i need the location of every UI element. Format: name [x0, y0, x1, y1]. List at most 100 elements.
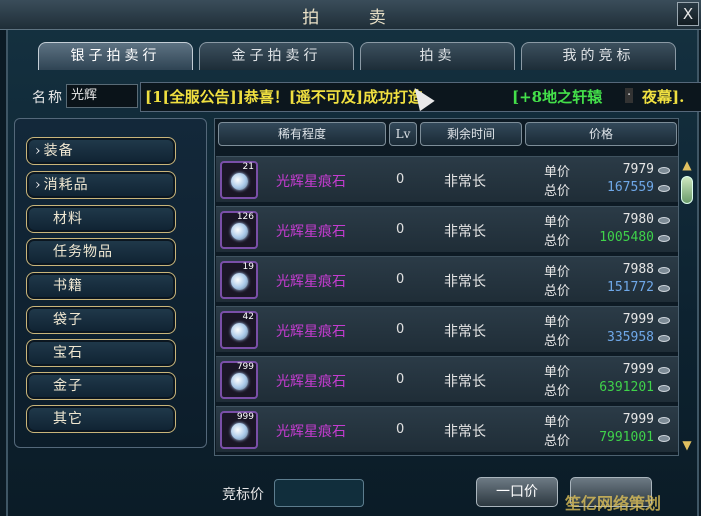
- coin-icon: [658, 285, 670, 292]
- table-row[interactable]: 999 光辉星痕石 0 非常长 单价 总价 7999 7991001: [216, 406, 678, 452]
- category-bags[interactable]: 袋子: [26, 306, 176, 334]
- coin-icon: [658, 435, 670, 442]
- orb-icon: [231, 173, 248, 190]
- item-quantity: 126: [236, 212, 254, 222]
- category-gold[interactable]: 金子: [26, 372, 176, 400]
- table-row[interactable]: 21 光辉星痕石 0 非常长 单价 总价 7979 167559: [216, 156, 678, 202]
- category-quest-items[interactable]: 任务物品: [26, 238, 176, 266]
- coin-icon: [658, 235, 670, 242]
- category-materials[interactable]: 材料: [26, 205, 176, 233]
- announcement-text: [1[全服公告]]恭喜！[遥不可及]成功打造: [145, 88, 424, 106]
- unit-price-value: 7999: [622, 312, 654, 327]
- bid-price-label: 竞标价: [222, 487, 264, 503]
- item-level: 0: [396, 422, 405, 437]
- category-consumables[interactable]: › 消耗品: [26, 171, 176, 199]
- total-price-label: 总价: [544, 434, 571, 449]
- category-gems[interactable]: 宝石: [26, 339, 176, 367]
- unit-price-value: 7979: [622, 162, 654, 177]
- listing-scrollbar[interactable]: ▲ ▼: [680, 158, 694, 452]
- orb-icon: [231, 273, 248, 290]
- scroll-thumb[interactable]: [681, 176, 693, 204]
- column-header-level[interactable]: Lv: [389, 122, 417, 146]
- item-name: 光辉星痕石: [276, 324, 346, 340]
- coin-icon: [658, 167, 670, 174]
- unit-price-label: 单价: [544, 315, 571, 330]
- tab-bar: 银子拍卖行 金子拍卖行 拍卖 我的竞标: [38, 42, 676, 70]
- item-name: 光辉星痕石: [276, 224, 346, 240]
- item-quantity: 21: [242, 162, 254, 172]
- gem-icon: 21: [220, 161, 258, 199]
- total-price-value: 7991001: [599, 430, 654, 445]
- item-time-left: 非常长: [444, 374, 486, 390]
- category-equipment[interactable]: › 装备: [26, 137, 176, 165]
- table-row[interactable]: 799 光辉星痕石 0 非常长 单价 总价 7999 6391201: [216, 356, 678, 402]
- unit-price-label: 单价: [544, 265, 571, 280]
- watermark: 笙亿网络策划: [565, 494, 662, 513]
- item-time-left: 非常长: [444, 224, 486, 240]
- total-price-value: 6391201: [599, 380, 654, 395]
- orb-icon: [231, 223, 248, 240]
- buyout-button[interactable]: 一口价: [476, 477, 558, 507]
- total-price-value: 151772: [607, 280, 654, 295]
- total-price-label: 总价: [544, 334, 571, 349]
- tab-gold-auction[interactable]: 金子拍卖行: [199, 42, 354, 70]
- close-button[interactable]: X: [677, 2, 699, 26]
- category-other[interactable]: 其它: [26, 405, 176, 433]
- announcement-end: 夜幕].: [642, 88, 685, 106]
- tab-my-bids[interactable]: 我的竞标: [521, 42, 676, 70]
- gem-icon: 799: [220, 361, 258, 399]
- name-label: 名称: [32, 90, 64, 106]
- column-header-time-left[interactable]: 剩余时间: [420, 122, 522, 146]
- item-name: 光辉星痕石: [276, 174, 346, 190]
- announcement-separator: ·: [625, 88, 634, 103]
- name-search-input[interactable]: 光辉: [66, 84, 138, 108]
- chevron-right-icon: ›: [35, 143, 42, 159]
- total-price-value: 335958: [607, 330, 654, 345]
- unit-price-value: 7988: [622, 262, 654, 277]
- table-row[interactable]: 126 光辉星痕石 0 非常长 单价 总价 7980 1005480: [216, 206, 678, 252]
- coin-icon: [658, 417, 670, 424]
- table-row[interactable]: 42 光辉星痕石 0 非常长 单价 总价 7999 335958: [216, 306, 678, 352]
- total-price-value: 1005480: [599, 230, 654, 245]
- item-level: 0: [396, 272, 405, 287]
- unit-price-label: 单价: [544, 215, 571, 230]
- item-name: 光辉星痕石: [276, 274, 346, 290]
- orb-icon: [231, 423, 248, 440]
- item-name: 光辉星痕石: [276, 374, 346, 390]
- column-header-price[interactable]: 价格: [525, 122, 677, 146]
- tab-sell[interactable]: 拍卖: [360, 42, 515, 70]
- category-books[interactable]: 书籍: [26, 272, 176, 300]
- window-titlebar: 拍 卖 行 X: [0, 0, 701, 53]
- item-level: 0: [396, 222, 405, 237]
- gem-icon: 999: [220, 411, 258, 449]
- coin-icon: [658, 385, 670, 392]
- item-level: 0: [396, 372, 405, 387]
- column-header-rarity[interactable]: 稀有程度: [218, 122, 386, 146]
- total-price-label: 总价: [544, 284, 571, 299]
- coin-icon: [658, 185, 670, 192]
- tab-silver-auction[interactable]: 银子拍卖行: [38, 42, 193, 70]
- scroll-up-icon[interactable]: ▲: [680, 158, 694, 172]
- coin-icon: [658, 335, 670, 342]
- coin-icon: [658, 317, 670, 324]
- unit-price-value: 7999: [622, 362, 654, 377]
- total-price-value: 167559: [607, 180, 654, 195]
- gem-icon: 19: [220, 261, 258, 299]
- gem-icon: 42: [220, 311, 258, 349]
- coin-icon: [658, 217, 670, 224]
- item-quantity: 42: [242, 312, 254, 322]
- chevron-right-icon: ›: [35, 177, 42, 193]
- item-quantity: 999: [236, 412, 254, 422]
- table-row[interactable]: 19 光辉星痕石 0 非常长 单价 总价 7988 151772: [216, 256, 678, 302]
- bid-price-input[interactable]: [274, 479, 364, 507]
- orb-icon: [231, 373, 248, 390]
- total-price-label: 总价: [544, 184, 571, 199]
- item-time-left: 非常长: [444, 274, 486, 290]
- item-quantity: 19: [242, 262, 254, 272]
- orb-icon: [231, 323, 248, 340]
- unit-price-label: 单价: [544, 165, 571, 180]
- unit-price-label: 单价: [544, 415, 571, 430]
- scroll-down-icon[interactable]: ▼: [680, 438, 694, 452]
- unit-price-value: 7999: [622, 412, 654, 427]
- item-level: 0: [396, 172, 405, 187]
